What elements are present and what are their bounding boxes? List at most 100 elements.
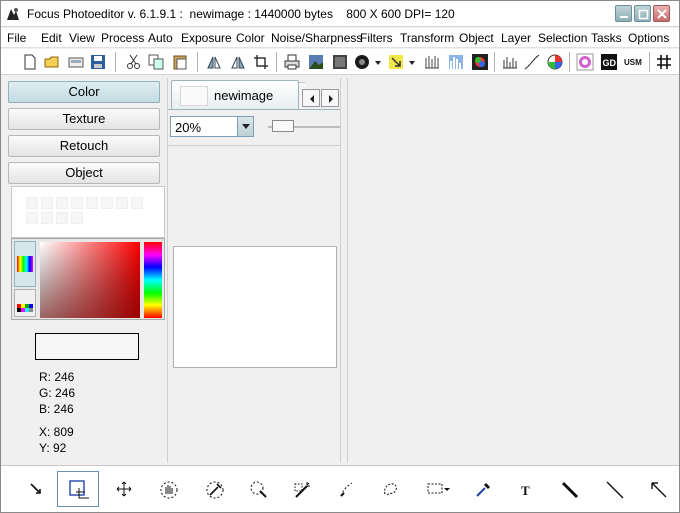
menu-exposure[interactable]: Exposure xyxy=(181,31,232,45)
rect-select-tool[interactable] xyxy=(421,474,455,504)
window-title: Focus Photoeditor v. 6.1.9.1 : newimage … xyxy=(27,7,455,21)
print-icon[interactable] xyxy=(283,53,301,71)
zoom-select[interactable]: 20% xyxy=(170,116,254,137)
image-canvas[interactable] xyxy=(347,78,679,463)
move-tool[interactable] xyxy=(109,474,139,504)
hash-icon[interactable] xyxy=(655,53,673,71)
zoom-slider-thumb[interactable] xyxy=(272,120,294,132)
eyedropper-tool[interactable] xyxy=(199,474,229,504)
chevron-down-icon xyxy=(242,124,250,129)
save-icon[interactable] xyxy=(89,53,107,71)
menu-filters[interactable]: Filters xyxy=(360,31,393,45)
minimize-button[interactable] xyxy=(615,5,632,22)
crop-tool[interactable] xyxy=(57,471,99,507)
line-tool[interactable] xyxy=(554,474,584,504)
menu-color[interactable]: Color xyxy=(236,31,265,45)
menu-object[interactable]: Object xyxy=(459,31,494,45)
zoom-tool[interactable] xyxy=(243,474,273,504)
document-tab-newimage[interactable]: newimage xyxy=(171,80,299,109)
landscape-icon[interactable] xyxy=(307,53,325,71)
menu-file[interactable]: File xyxy=(7,31,26,45)
gd-icon[interactable]: GD xyxy=(600,53,618,71)
menu-auto[interactable]: Auto xyxy=(148,31,173,45)
dropper-tool-icon xyxy=(476,483,490,497)
arrow-line-tool[interactable] xyxy=(643,474,673,504)
color-swatch[interactable] xyxy=(26,212,38,224)
brush-tool[interactable] xyxy=(331,474,361,504)
flip-icon[interactable] xyxy=(205,53,223,71)
usm-icon[interactable]: USM xyxy=(623,53,645,71)
spectrum-palette-tab[interactable] xyxy=(14,241,36,287)
document-thumbnail xyxy=(180,86,208,106)
title-bar: Focus Photoeditor v. 6.1.9.1 : newimage … xyxy=(1,1,679,27)
histogram-icon[interactable] xyxy=(447,53,465,71)
hand-tool-icon xyxy=(160,481,178,499)
menu-transform[interactable]: Transform xyxy=(400,31,454,45)
zoom-dropdown-button[interactable] xyxy=(237,117,253,136)
chart-icon[interactable] xyxy=(501,53,519,71)
pointer-tool[interactable] xyxy=(21,474,51,504)
dropdown-arrow-icon[interactable] xyxy=(407,53,417,71)
color-swatch[interactable] xyxy=(56,197,68,209)
hand-tool[interactable] xyxy=(153,474,183,504)
swatch-palette-tab[interactable] xyxy=(14,289,36,317)
menu-layer[interactable]: Layer xyxy=(501,31,531,45)
dropper-tool[interactable] xyxy=(467,474,497,504)
grid-icon[interactable] xyxy=(423,53,441,71)
mirror-icon[interactable] xyxy=(229,53,247,71)
color-swatch[interactable] xyxy=(86,197,98,209)
tab-retouch[interactable]: Retouch xyxy=(8,135,160,157)
tab-color[interactable]: Color xyxy=(8,81,160,103)
copy-icon[interactable] xyxy=(147,53,165,71)
color-swatch[interactable] xyxy=(101,197,113,209)
scan-icon[interactable] xyxy=(67,53,85,71)
lasso-tool[interactable] xyxy=(375,474,405,504)
saturation-value-picker[interactable] xyxy=(40,242,140,318)
open-folder-icon[interactable] xyxy=(43,53,61,71)
color-swatch[interactable] xyxy=(71,197,83,209)
rgb-icon[interactable] xyxy=(576,53,594,71)
magic-wand-tool-icon xyxy=(294,482,310,498)
hue-slider[interactable] xyxy=(144,242,162,318)
color-swatch[interactable] xyxy=(41,212,53,224)
magic-wand-tool[interactable] xyxy=(287,474,317,504)
menu-tasks[interactable]: Tasks xyxy=(591,31,622,45)
navigator-preview[interactable] xyxy=(173,246,337,368)
close-button[interactable] xyxy=(653,5,670,22)
menu-view[interactable]: View xyxy=(69,31,95,45)
color-swatch[interactable] xyxy=(41,197,53,209)
menu-process[interactable]: Process xyxy=(101,31,144,45)
maximize-button[interactable] xyxy=(634,5,651,22)
color-swatch[interactable] xyxy=(71,212,83,224)
pointer-tool-icon xyxy=(30,483,41,494)
app-window: Focus Photoeditor v. 6.1.9.1 : newimage … xyxy=(0,0,680,513)
square-icon[interactable] xyxy=(331,53,349,71)
color-swatch[interactable] xyxy=(131,197,143,209)
curve-icon[interactable] xyxy=(523,53,541,71)
color-wheel-icon[interactable] xyxy=(471,53,489,71)
new-file-icon[interactable] xyxy=(21,53,39,71)
current-color-preview xyxy=(35,333,139,360)
zoom-value: 20% xyxy=(175,120,202,135)
cut-icon[interactable] xyxy=(125,53,143,71)
color-balance-icon[interactable] xyxy=(546,53,564,71)
text-tool[interactable]: T xyxy=(511,474,541,504)
paste-icon[interactable] xyxy=(171,53,189,71)
circle-icon[interactable] xyxy=(353,53,371,71)
dropdown-arrow-icon[interactable] xyxy=(373,53,383,71)
tab-texture[interactable]: Texture xyxy=(8,108,160,130)
tab-object[interactable]: Object xyxy=(8,162,160,184)
tab-scroll-left-button[interactable] xyxy=(302,89,320,107)
text-tool-glyph: T xyxy=(521,483,530,498)
menu-edit[interactable]: Edit xyxy=(41,31,62,45)
tab-scroll-right-button[interactable] xyxy=(321,89,339,107)
menu-selection[interactable]: Selection xyxy=(538,31,587,45)
menu-options[interactable]: Options xyxy=(628,31,669,45)
color-swatch[interactable] xyxy=(26,197,38,209)
crop-icon[interactable] xyxy=(252,53,270,71)
menu-noise[interactable]: Noise/Sharpness xyxy=(271,31,362,45)
color-swatch[interactable] xyxy=(116,197,128,209)
color-swatch[interactable] xyxy=(56,212,68,224)
straight-line-tool[interactable] xyxy=(599,474,629,504)
arrow-icon[interactable] xyxy=(387,53,405,71)
